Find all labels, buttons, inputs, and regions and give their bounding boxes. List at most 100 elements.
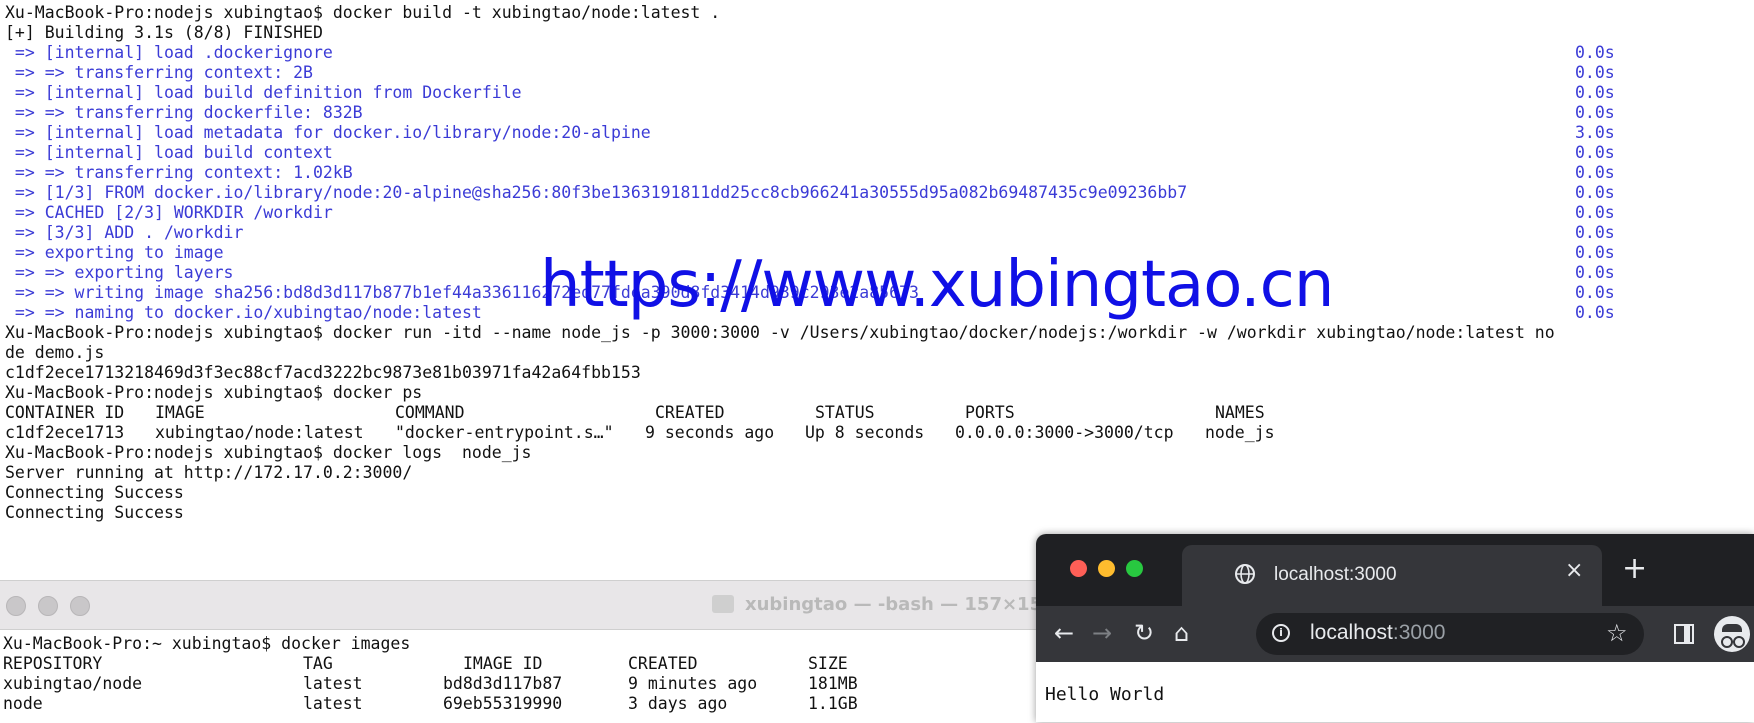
build-step-line: => => transferring dockerfile: 832B	[5, 103, 363, 122]
build-status-line: [+] Building 3.1s (8/8) FINISHED	[5, 23, 323, 42]
minimize-window-button[interactable]	[1098, 560, 1115, 577]
close-window-button[interactable]	[1070, 560, 1087, 577]
build-step-duration: 0.0s	[1575, 63, 1615, 82]
images-cell: latest	[303, 674, 363, 693]
log-line: Connecting Success	[5, 483, 184, 502]
build-step-duration: 3.0s	[1575, 123, 1615, 142]
command-line: Xu-MacBook-Pro:nodejs xubingtao$ docker …	[5, 323, 1555, 342]
ps-header: PORTS	[965, 403, 1015, 422]
ps-cell: node_js	[1205, 423, 1275, 442]
images-cell: 3 days ago	[628, 694, 728, 713]
ps-cell: 0.0.0.0:3000->3000/tcp	[955, 423, 1174, 442]
reload-icon[interactable]: ↻	[1134, 620, 1154, 646]
build-step-line: => => transferring context: 2B	[5, 63, 313, 82]
images-cell: 181MB	[808, 674, 858, 693]
back-icon[interactable]: ←	[1054, 620, 1074, 646]
terminal-titlebar: xubingtao — -bash — 157×15	[0, 581, 1043, 630]
command-line: Xu-MacBook-Pro:nodejs xubingtao$ docker …	[5, 383, 423, 402]
build-step-line: => [1/3] FROM docker.io/library/node:20-…	[5, 183, 1188, 202]
ps-cell: Up 8 seconds	[805, 423, 925, 442]
container-id-output: c1df2ece1713218469d3f3ec88cf7acd3222bc98…	[5, 363, 641, 382]
side-panel-icon[interactable]	[1674, 624, 1694, 644]
images-header: CREATED	[628, 654, 698, 673]
images-cell: latest	[303, 694, 363, 713]
images-cell: 9 minutes ago	[628, 674, 758, 693]
command-line: Xu-MacBook-Pro:nodejs xubingtao$ docker …	[5, 443, 532, 462]
build-step-duration: 0.0s	[1575, 103, 1615, 122]
ps-header: STATUS	[815, 403, 875, 422]
build-step-line: => [internal] load .dockerignore	[5, 43, 333, 62]
build-step-line: => => exporting layers	[5, 263, 234, 282]
page-text: Hello World	[1045, 684, 1165, 705]
watermark-text: https://www.xubingtao.cn	[540, 248, 1334, 322]
ps-cell: xubingtao/node:latest	[155, 423, 364, 442]
log-line: Server running at http://172.17.0.2:3000…	[5, 463, 413, 482]
command-line: Xu-MacBook-Pro:~ xubingtao$ docker image…	[3, 634, 411, 653]
terminal-second[interactable]: xubingtao — -bash — 157×15 Xu-MacBook-Pr…	[0, 580, 1043, 723]
build-step-line: => [internal] load build context	[5, 143, 333, 162]
ps-header: CREATED	[655, 403, 725, 422]
ps-header: IMAGE	[155, 403, 205, 422]
globe-icon	[1235, 564, 1255, 584]
incognito-icon[interactable]	[1714, 616, 1750, 652]
images-cell: bd8d3d117b87	[443, 674, 563, 693]
build-step-line: => [3/3] ADD . /workdir	[5, 223, 244, 242]
address-bar[interactable]: i localhost:3000 ☆	[1256, 613, 1644, 655]
bookmark-star-icon[interactable]: ☆	[1606, 619, 1628, 647]
page-content: Hello World	[1036, 662, 1754, 722]
ps-header: CONTAINER ID	[5, 403, 125, 422]
ps-cell: c1df2ece1713	[5, 423, 125, 442]
images-cell: node	[3, 694, 43, 713]
build-step-duration: 0.0s	[1575, 83, 1615, 102]
build-step-line: => CACHED [2/3] WORKDIR /workdir	[5, 203, 333, 222]
info-icon[interactable]: i	[1272, 624, 1290, 642]
build-step-duration: 0.0s	[1575, 183, 1615, 202]
terminal-main[interactable]: Xu-MacBook-Pro:nodejs xubingtao$ docker …	[0, 0, 1754, 600]
browser-toolbar: ← → ↻ ⌂ i localhost:3000 ☆	[1036, 606, 1754, 662]
build-step-duration: 0.0s	[1575, 43, 1615, 62]
build-step-line: => => transferring context: 1.02kB	[5, 163, 353, 182]
images-cell: 1.1GB	[808, 694, 858, 713]
url-port: :3000	[1392, 621, 1446, 644]
ps-cell: "docker-entrypoint.s…"	[395, 423, 614, 442]
close-tab-icon[interactable]: ×	[1565, 558, 1583, 583]
build-step-duration: 0.0s	[1575, 303, 1615, 322]
url-host: localhost	[1310, 621, 1393, 644]
log-line: Connecting Success	[5, 503, 184, 522]
images-header: SIZE	[808, 654, 848, 673]
build-step-duration: 0.0s	[1575, 263, 1615, 282]
build-step-duration: 0.0s	[1575, 223, 1615, 242]
images-cell: xubingtao/node	[3, 674, 143, 693]
close-button[interactable]	[6, 596, 26, 616]
build-step-duration: 0.0s	[1575, 243, 1615, 262]
zoom-button[interactable]	[70, 596, 90, 616]
zoom-window-button[interactable]	[1126, 560, 1143, 577]
home-icon[interactable]: ⌂	[1174, 620, 1189, 646]
build-step-duration: 0.0s	[1575, 163, 1615, 182]
build-step-duration: 0.0s	[1575, 203, 1615, 222]
images-header: REPOSITORY	[3, 654, 103, 673]
build-step-line: => => naming to docker.io/xubingtao/node…	[5, 303, 482, 322]
images-header: TAG	[303, 654, 333, 673]
build-step-line: => [internal] load metadata for docker.i…	[5, 123, 651, 142]
command-line-wrap: de demo.js	[5, 343, 105, 362]
command-line: Xu-MacBook-Pro:nodejs xubingtao$ docker …	[5, 3, 721, 22]
browser-tab[interactable]: localhost:3000 ×	[1182, 545, 1602, 606]
ps-cell: 9 seconds ago	[645, 423, 775, 442]
build-step-duration: 0.0s	[1575, 143, 1615, 162]
images-cell: 69eb55319990	[443, 694, 563, 713]
url-text: localhost:3000	[1310, 621, 1445, 645]
new-tab-icon[interactable]: +	[1622, 554, 1647, 584]
window-title: xubingtao — -bash — 157×15	[745, 594, 1043, 615]
build-step-line: => [internal] load build definition from…	[5, 83, 522, 102]
folder-icon	[712, 595, 734, 613]
ps-header: NAMES	[1215, 403, 1265, 422]
minimize-button[interactable]	[38, 596, 58, 616]
browser-tab-bar: localhost:3000 × +	[1036, 534, 1754, 606]
forward-icon[interactable]: →	[1092, 620, 1112, 646]
browser-window[interactable]: localhost:3000 × + ← → ↻ ⌂ i localhost:3…	[1036, 534, 1754, 722]
build-step-line: => exporting to image	[5, 243, 224, 262]
ps-header: COMMAND	[395, 403, 465, 422]
images-header: IMAGE ID	[463, 654, 543, 673]
build-step-duration: 0.0s	[1575, 283, 1615, 302]
